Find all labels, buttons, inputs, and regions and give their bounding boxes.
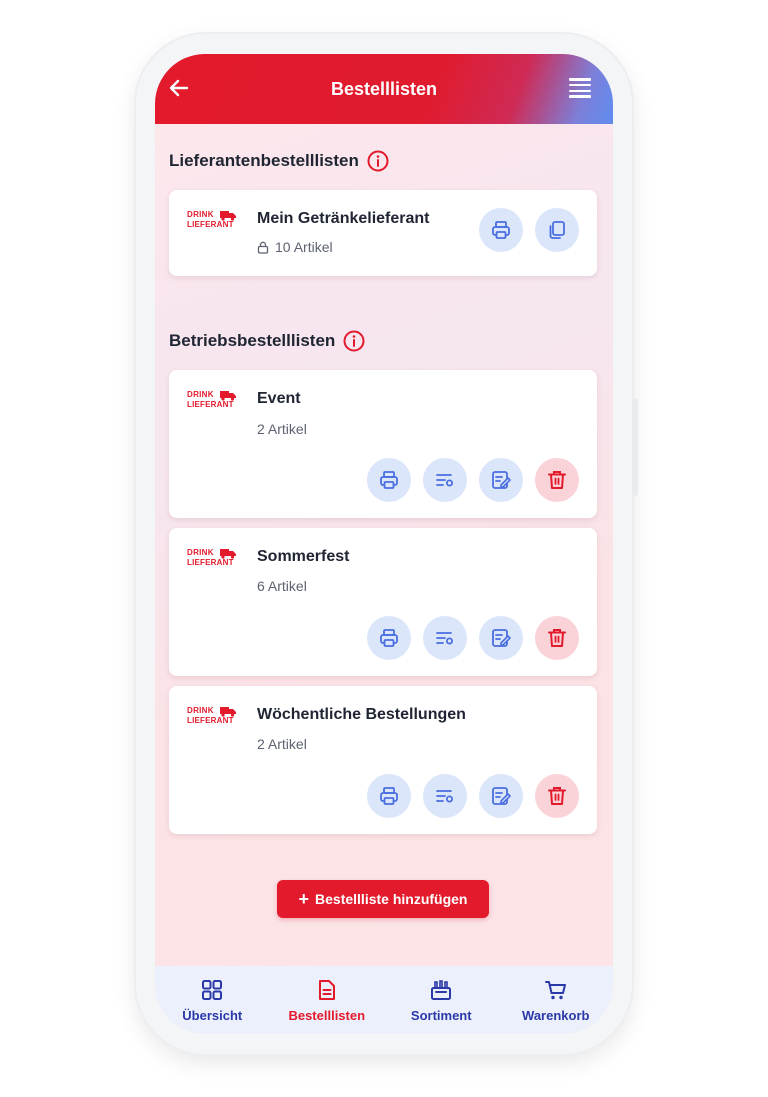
list-name: Sommerfest (257, 548, 350, 565)
add-list-label: Bestellliste hinzufügen (315, 891, 468, 907)
business-list-card[interactable]: DRINK LIEFERANT Event 2 Artikel (169, 370, 597, 518)
nav-label: Bestelllisten (288, 1008, 366, 1023)
print-button[interactable] (367, 616, 411, 660)
section-title-text: Betriebsbestelllisten (169, 331, 336, 350)
plus-icon: + (298, 889, 310, 909)
copy-button[interactable] (535, 208, 579, 252)
edit-button[interactable] (479, 616, 523, 660)
business-list-card[interactable]: DRINK LIEFERANT Wöchentliche Bestellunge… (169, 686, 597, 834)
grid-icon (200, 978, 224, 1002)
trash-icon (548, 787, 566, 805)
back-button[interactable] (167, 74, 191, 102)
nav-assortment[interactable]: Sortiment (391, 978, 491, 1023)
print-button[interactable] (367, 774, 411, 818)
cart-icon (544, 978, 568, 1002)
settings-button[interactable] (423, 616, 467, 660)
lock-icon (257, 241, 269, 254)
phone-side-button (632, 398, 638, 496)
nav-label: Sortiment (410, 1008, 472, 1023)
truck-icon (220, 211, 236, 221)
list-count: 6 Artikel (257, 578, 307, 594)
business-list-card[interactable]: DRINK LIEFERANT Sommerfest 6 Artikel (169, 528, 597, 676)
list-name: Mein Getränkelieferant (257, 210, 430, 227)
nav-order-lists[interactable]: Bestelllisten (277, 978, 377, 1023)
edit-icon (492, 471, 511, 489)
settings-button[interactable] (423, 774, 467, 818)
delete-button[interactable] (535, 616, 579, 660)
list-name: Wöchentliche Bestellungen (257, 706, 466, 723)
list-settings-icon (436, 790, 453, 803)
business-section-title: Betriebsbestelllisten (169, 330, 365, 352)
nav-cart[interactable]: Warenkorb (506, 978, 606, 1023)
supplier-section-title: Lieferantenbestelllisten (169, 150, 389, 172)
list-settings-icon (436, 632, 453, 645)
edit-button[interactable] (479, 458, 523, 502)
nav-label: Übersicht (182, 1008, 243, 1023)
app-screen: Bestelllisten Lieferantenbestelllisten D… (155, 54, 613, 1034)
printer-icon (380, 629, 398, 647)
brand-logo: DRINK LIEFERANT (187, 706, 239, 732)
arrow-left-icon (169, 79, 189, 97)
brand-logo: DRINK LIEFERANT (187, 210, 239, 236)
print-button[interactable] (367, 458, 411, 502)
printer-icon (380, 787, 398, 805)
menu-button[interactable] (569, 78, 591, 98)
truck-icon (220, 549, 236, 559)
section-title-text: Lieferantenbestelllisten (169, 151, 359, 170)
list-count: 2 Artikel (257, 736, 307, 752)
nav-overview[interactable]: Übersicht (162, 978, 262, 1023)
supplier-list-card[interactable]: DRINK LIEFERANT Mein Getränkelieferant 1… (169, 190, 597, 276)
page-title: Bestelllisten (330, 78, 438, 99)
nav-label: Warenkorb (522, 1008, 590, 1023)
edit-button[interactable] (479, 774, 523, 818)
trash-icon (548, 471, 566, 489)
bottom-navigation: Übersicht Bestelllisten Sortiment Warenk… (155, 966, 613, 1034)
info-icon[interactable] (367, 150, 389, 172)
printer-icon (492, 221, 510, 239)
truck-icon (220, 707, 236, 717)
edit-icon (492, 629, 511, 647)
delete-button[interactable] (535, 458, 579, 502)
truck-icon (220, 391, 236, 401)
list-name: Event (257, 390, 301, 407)
crate-icon (429, 978, 453, 1002)
list-settings-icon (436, 474, 453, 487)
brand-logo: DRINK LIEFERANT (187, 548, 239, 574)
edit-icon (492, 787, 511, 805)
top-app-bar: Bestelllisten (155, 54, 613, 124)
settings-button[interactable] (423, 458, 467, 502)
add-list-button[interactable]: + Bestellliste hinzufügen (277, 880, 489, 918)
list-count: 2 Artikel (257, 421, 307, 437)
list-count: 10 Artikel (257, 239, 333, 255)
printer-icon (380, 471, 398, 489)
trash-icon (548, 629, 566, 647)
document-icon (315, 978, 339, 1002)
delete-button[interactable] (535, 774, 579, 818)
brand-logo: DRINK LIEFERANT (187, 390, 239, 416)
print-button[interactable] (479, 208, 523, 252)
copy-icon (549, 221, 565, 239)
info-icon[interactable] (343, 330, 365, 352)
